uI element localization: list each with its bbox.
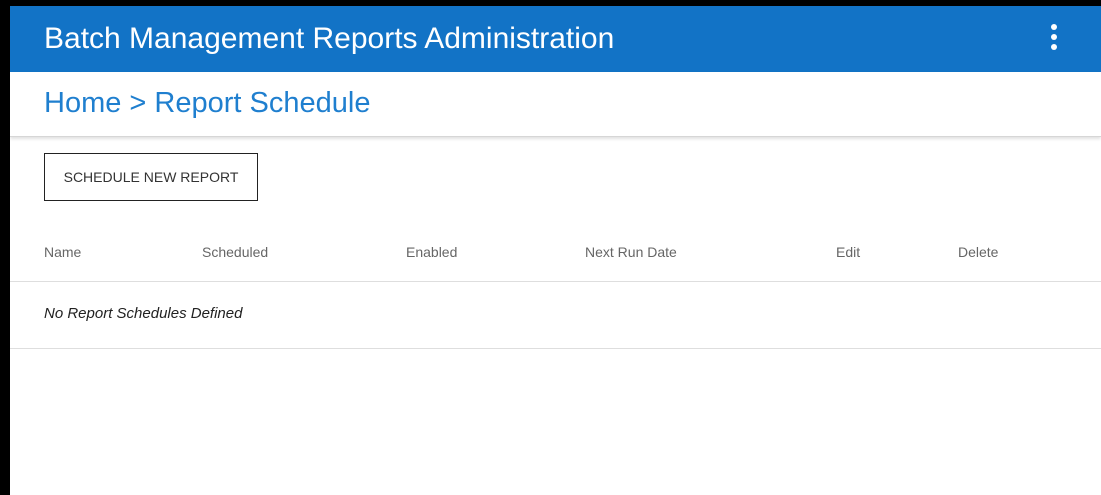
column-header-enabled[interactable]: Enabled bbox=[406, 244, 457, 260]
breadcrumb-separator: > bbox=[129, 87, 147, 119]
column-header-scheduled[interactable]: Scheduled bbox=[202, 244, 268, 260]
column-header-next-run-date[interactable]: Next Run Date bbox=[585, 244, 677, 260]
kebab-dot bbox=[1051, 44, 1057, 50]
report-schedule-table: Name Scheduled Enabled Next Run Date Edi… bbox=[10, 230, 1101, 349]
more-vertical-icon[interactable] bbox=[1046, 24, 1062, 56]
breadcrumb-bar: Home > Report Schedule bbox=[10, 72, 1101, 137]
app-header: Batch Management Reports Administration bbox=[10, 6, 1101, 72]
kebab-dot bbox=[1051, 34, 1057, 40]
breadcrumb-home-link[interactable]: Home bbox=[44, 87, 121, 119]
column-header-delete: Delete bbox=[958, 244, 999, 260]
table-empty-row: No Report Schedules Defined bbox=[10, 282, 1101, 349]
empty-state-message: No Report Schedules Defined bbox=[44, 305, 243, 322]
table-header: Name Scheduled Enabled Next Run Date Edi… bbox=[10, 230, 1101, 282]
schedule-new-report-button[interactable]: SCHEDULE NEW REPORT bbox=[44, 153, 258, 201]
breadcrumb: Home > Report Schedule bbox=[44, 85, 370, 121]
app-window: Batch Management Reports Administration … bbox=[0, 0, 1101, 495]
app-title: Batch Management Reports Administration bbox=[44, 22, 615, 55]
breadcrumb-current: Report Schedule bbox=[154, 87, 371, 119]
column-header-edit: Edit bbox=[836, 244, 861, 260]
column-header-name[interactable]: Name bbox=[44, 244, 81, 260]
kebab-dot bbox=[1051, 24, 1057, 30]
